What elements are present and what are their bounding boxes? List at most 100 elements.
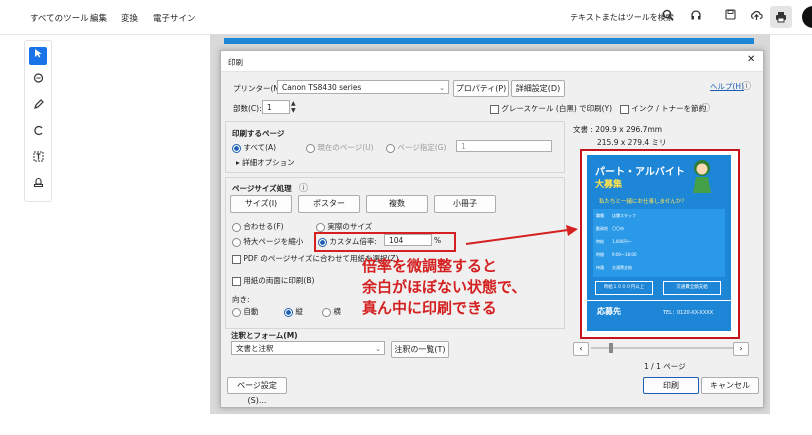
- annotation-line-1: 倍率を微調整すると: [362, 257, 498, 275]
- ink-save-checkbox[interactable]: [620, 104, 629, 114]
- comments-value: 文書と注釈: [236, 344, 274, 353]
- avatar[interactable]: [802, 6, 812, 28]
- poster-divider: [587, 300, 731, 301]
- percent-label: %: [434, 236, 442, 245]
- annotation-text: 倍率を微調整すると 余白がほぼない状態で、 真ん中に印刷できる: [362, 256, 526, 319]
- stamp-tool-icon[interactable]: [29, 177, 47, 195]
- comment-tool-icon[interactable]: [29, 73, 47, 91]
- save-icon[interactable]: [722, 9, 738, 25]
- select-tool-icon[interactable]: [29, 47, 47, 65]
- search-placeholder[interactable]: テキストまたはツールを検索: [570, 12, 674, 23]
- print-button[interactable]: [770, 6, 792, 28]
- annotation-line-3: 真ん中に印刷できる: [362, 299, 497, 317]
- multiple-button[interactable]: 複数: [366, 195, 428, 213]
- radio-all[interactable]: すべて(A): [232, 142, 276, 153]
- orientation-label: 向き:: [232, 295, 250, 304]
- poster-row: 職種 店舗スタッフ: [596, 213, 636, 218]
- poster-tel: TEL：0120-XX-XXXX: [663, 310, 714, 316]
- tool-rail: [24, 40, 52, 202]
- ink-save-option[interactable]: インク / トナーを節約: [620, 103, 706, 114]
- poster-badge-transport: 交通費全額支給: [663, 281, 721, 295]
- annotation-arrow: [465, 225, 578, 245]
- properties-button[interactable]: プロパティ(P): [453, 80, 509, 97]
- search-icon[interactable]: [660, 9, 676, 25]
- chevron-down-icon: ⌄: [439, 84, 445, 92]
- radio-fit[interactable]: 合わせる(F): [232, 221, 284, 232]
- poster-row: 待遇 交通費支給: [596, 265, 632, 270]
- size-title: ページサイズ処理: [232, 184, 292, 193]
- close-icon[interactable]: ✕: [747, 54, 755, 65]
- comments-select[interactable]: 文書と注釈 ⌄: [231, 341, 385, 355]
- poster-title: パート・アルバイト: [595, 167, 685, 178]
- annotation-line-2: 余白がほぼない状態で、: [362, 278, 527, 296]
- poster-button[interactable]: ポスター: [298, 195, 360, 213]
- poster-details: 職種 店舗スタッフ 勤務地 〇〇市 時給 1,000円〜 時間 9:00〜18:…: [593, 209, 725, 277]
- menu-all-tools[interactable]: すべてのツール: [30, 12, 89, 24]
- text-box-tool-icon[interactable]: [29, 151, 47, 169]
- document-page-edge: [224, 38, 754, 44]
- pen-tool-icon[interactable]: [29, 99, 47, 117]
- menu-convert[interactable]: 変換: [121, 12, 138, 24]
- radio-landscape[interactable]: 横: [322, 306, 341, 317]
- prev-page-button[interactable]: ‹: [573, 342, 589, 356]
- menu-edit[interactable]: 編集: [90, 12, 107, 24]
- pages-section: 印刷するページ すべて(A) 現在のページ(U) ページ指定(G) 1 ▸ 詳細…: [225, 121, 565, 173]
- chevron-left-icon: ‹: [579, 344, 583, 353]
- poster-page: パート・アルバイト 大募集 私たちと一緒にお仕事しませんか？ 職種 店舗スタッフ…: [587, 155, 731, 331]
- print-preview: パート・アルバイト 大募集 私たちと一緒にお仕事しませんか？ 職種 店舗スタッフ…: [580, 149, 740, 339]
- poster-tagline: 私たちと一緒にお仕事しませんか？: [599, 199, 687, 205]
- cancel-button[interactable]: キャンセル: [701, 377, 759, 394]
- page-slider-thumb[interactable]: [609, 343, 613, 353]
- help-icon[interactable]: ⓘ: [742, 79, 751, 92]
- poster-apply: 応募先: [597, 307, 621, 316]
- printer-value: Canon TS8430 series: [282, 83, 362, 92]
- radio-actual[interactable]: 実際のサイズ: [316, 221, 372, 232]
- grayscale-checkbox[interactable]: [490, 104, 499, 114]
- more-options-toggle[interactable]: ▸ 詳細オプション: [236, 157, 295, 168]
- poster-illustration: [687, 157, 717, 193]
- radio-auto[interactable]: 自動: [232, 306, 258, 317]
- menu-esign[interactable]: 電子サイン: [153, 12, 196, 24]
- grayscale-option[interactable]: グレースケール (白黒) で印刷(Y): [490, 103, 612, 114]
- headphones-icon[interactable]: [688, 9, 704, 25]
- duplex-option[interactable]: 用紙の両面に印刷(B): [232, 275, 314, 286]
- dialog-title: 印刷: [228, 58, 243, 67]
- custom-scale-input[interactable]: 104: [384, 234, 432, 246]
- page-count: 1 / 1 ページ: [644, 362, 686, 371]
- copies-value: 1: [267, 103, 272, 112]
- comments-list-button[interactable]: 注釈の一覧(T): [391, 341, 449, 358]
- size-button[interactable]: サイズ(I): [230, 195, 292, 213]
- comments-title: 注釈とフォーム(M): [231, 331, 298, 340]
- booklet-button[interactable]: 小冊子: [434, 195, 496, 213]
- radio-shrink[interactable]: 特大ページを縮小: [232, 236, 303, 247]
- print-submit-button[interactable]: 印刷: [643, 377, 699, 394]
- info-icon: ⓘ: [701, 104, 711, 114]
- dialog-titlebar: 印刷 ✕: [221, 51, 763, 72]
- poster-row: 時間 9:00〜18:00: [596, 252, 637, 257]
- paper-size-label: 215.9 x 279.4 ミリ: [597, 138, 667, 147]
- copies-label: 部数(C):: [233, 104, 262, 113]
- poster-subtitle: 大募集: [595, 180, 623, 190]
- chevron-right-icon: ›: [739, 344, 743, 353]
- poster-badge-wage: 時給１０００円以上: [595, 281, 653, 295]
- radio-custom[interactable]: カスタム倍率:: [318, 236, 377, 247]
- next-page-button[interactable]: ›: [733, 342, 749, 356]
- doc-size-label: 文書 : 209.9 x 296.7mm: [573, 125, 663, 134]
- comments-chevron-icon: ⌄: [375, 345, 381, 353]
- radio-portrait[interactable]: 縦: [284, 306, 303, 317]
- pages-title: 印刷するページ: [232, 129, 285, 138]
- help-link[interactable]: ヘルプ(H): [710, 81, 744, 92]
- size-info-icon: ⓘ: [299, 184, 309, 194]
- upload-cloud-icon[interactable]: [748, 9, 764, 25]
- page-setup-button[interactable]: ページ設定(S)...: [227, 377, 287, 405]
- copies-input[interactable]: 1: [262, 100, 290, 114]
- printer-select[interactable]: Canon TS8430 series ⌄: [277, 80, 449, 94]
- radio-page-range[interactable]: ページ指定(G): [386, 142, 446, 153]
- top-toolbar: すべてのツール 編集 変換 電子サイン テキストまたはツールを検索: [0, 0, 812, 35]
- poster-row: 勤務地 〇〇市: [596, 226, 624, 231]
- radio-current[interactable]: 現在のページ(U): [306, 142, 374, 153]
- advanced-button[interactable]: 詳細設定(D): [511, 80, 565, 97]
- page-range-input[interactable]: 1: [456, 140, 552, 152]
- draw-tool-icon[interactable]: [29, 125, 47, 143]
- copies-spinner-icon[interactable]: ▲ ▼: [291, 100, 296, 114]
